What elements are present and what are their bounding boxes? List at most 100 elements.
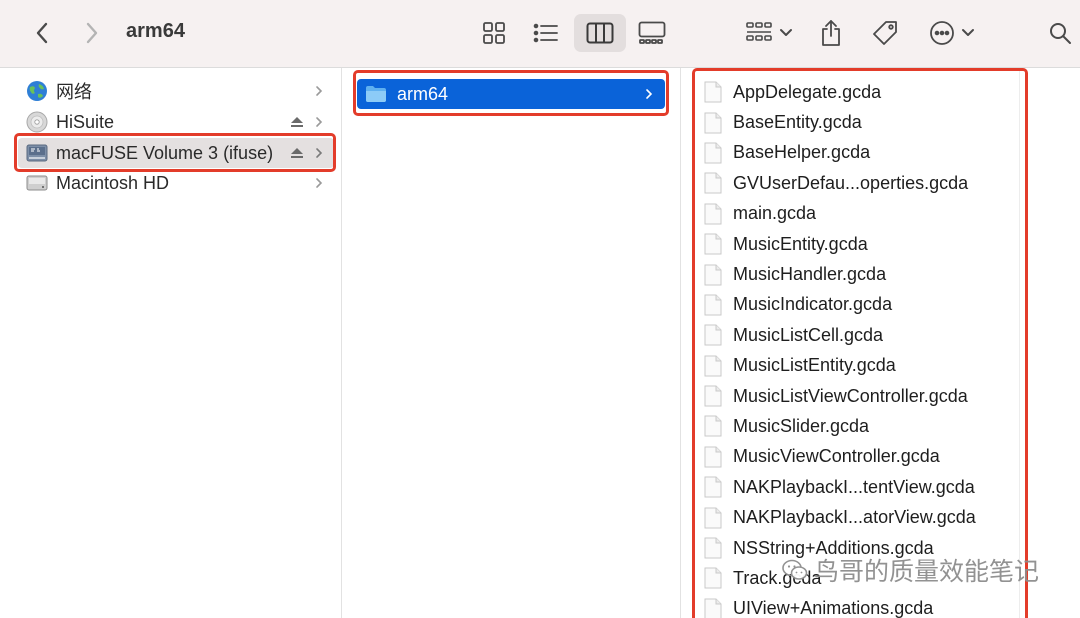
watermark: 鸟哥的质量效能笔记	[782, 552, 1039, 588]
window-title: arm64	[126, 20, 185, 42]
document-icon	[704, 172, 722, 194]
file-name: MusicIndicator.gcda	[733, 294, 893, 315]
document-icon	[704, 567, 722, 589]
chevron-right-icon	[312, 174, 326, 192]
sidebar-item-macintosh-hd[interactable]: Macintosh HD	[18, 168, 334, 198]
list-view-button[interactable]	[520, 14, 572, 52]
file-name: MusicHandler.gcda	[733, 264, 887, 285]
gallery-view-button[interactable]	[626, 14, 678, 52]
document-icon	[704, 324, 722, 346]
file-name: NAKPlaybackI...atorView.gcda	[733, 507, 976, 528]
folder-label: arm64	[397, 83, 449, 104]
file-list: AppDelegate.gcda BaseEntity.gcda BaseHelpe…	[704, 77, 1024, 618]
file-row[interactable]: NAKPlaybackI...atorView.gcda	[704, 502, 1024, 532]
sidebar-item-macfuse[interactable]: macFUSE Volume 3 (ifuse)	[18, 138, 334, 168]
sidebar-item-hisuite[interactable]: HiSuite	[18, 107, 334, 137]
fuse-drive-icon	[26, 142, 48, 164]
folder-icon	[366, 86, 386, 102]
tag-button[interactable]	[868, 14, 902, 52]
file-row[interactable]: MusicListEntity.gcda	[704, 351, 1024, 381]
chevron-down-icon	[780, 29, 792, 36]
file-name: MusicEntity.gcda	[733, 233, 868, 254]
back-button[interactable]	[26, 16, 60, 50]
file-row[interactable]: BaseHelper.gcda	[704, 138, 1024, 168]
chevron-right-icon	[312, 144, 326, 162]
document-icon	[704, 415, 722, 437]
file-row[interactable]: BaseEntity.gcda	[704, 107, 1024, 137]
file-row[interactable]: MusicListViewController.gcda	[704, 381, 1024, 411]
file-row[interactable]: MusicViewController.gcda	[704, 442, 1024, 472]
document-icon	[704, 598, 722, 618]
chevron-right-icon	[643, 86, 655, 102]
sidebar-item-label: Macintosh HD	[56, 172, 170, 193]
file-row[interactable]: NAKPlaybackI...tentView.gcda	[704, 472, 1024, 502]
file-row[interactable]: MusicListCell.gcda	[704, 320, 1024, 350]
sidebar: 网络 HiSuite macFUSE Volume 3 (ifuse) Maci…	[0, 68, 342, 618]
document-icon	[704, 294, 722, 316]
document-icon	[704, 203, 722, 225]
chevron-right-icon	[86, 22, 98, 44]
group-button[interactable]	[742, 14, 796, 52]
watermark-text: 鸟哥的质量效能笔记	[814, 558, 1040, 586]
file-row[interactable]: MusicSlider.gcda	[704, 411, 1024, 441]
columns-icon	[586, 22, 614, 44]
more-icon	[930, 21, 954, 45]
file-row[interactable]: MusicIndicator.gcda	[704, 290, 1024, 320]
gallery-icon	[638, 21, 666, 44]
file-name: main.gcda	[733, 203, 817, 224]
chevron-down-icon	[962, 29, 974, 36]
search-icon	[1050, 23, 1071, 44]
file-name: NAKPlaybackI...tentView.gcda	[733, 476, 975, 497]
file-row[interactable]: GVUserDefau...operties.gcda	[704, 168, 1024, 198]
chevron-right-icon	[312, 82, 326, 100]
document-icon	[704, 446, 722, 468]
file-name: MusicViewController.gcda	[733, 446, 940, 467]
document-icon	[704, 233, 722, 255]
document-icon	[704, 112, 722, 134]
file-row[interactable]: MusicHandler.gcda	[704, 259, 1024, 289]
more-button[interactable]	[926, 14, 978, 52]
folder-row-arm64[interactable]: arm64	[357, 79, 665, 109]
sidebar-item-label: HiSuite	[56, 111, 115, 132]
share-icon	[822, 20, 840, 46]
document-icon	[704, 476, 722, 498]
chevron-left-icon	[36, 22, 48, 44]
document-icon	[704, 264, 722, 286]
eject-icon[interactable]	[288, 144, 306, 162]
column-arm64-parent: arm64	[343, 68, 681, 618]
scrollbar[interactable]	[1019, 68, 1020, 618]
toolbar: arm64	[0, 0, 1080, 68]
file-name: MusicListViewController.gcda	[733, 385, 968, 406]
sidebar-item-label: 网络	[56, 82, 92, 102]
list-icon	[533, 23, 558, 43]
group-icon	[746, 22, 772, 41]
file-row[interactable]: main.gcda	[704, 199, 1024, 229]
file-row[interactable]: AppDelegate.gcda	[704, 77, 1024, 107]
icon-view-button[interactable]	[468, 14, 520, 52]
column-files: AppDelegate.gcda BaseEntity.gcda BaseHelpe…	[682, 68, 1080, 618]
document-icon	[704, 537, 722, 559]
file-name: MusicListEntity.gcda	[733, 355, 896, 376]
network-globe-icon	[26, 80, 48, 102]
share-button[interactable]	[816, 14, 846, 52]
sidebar-item-network[interactable]: 网络	[18, 76, 334, 106]
file-name: AppDelegate.gcda	[733, 81, 882, 102]
file-name: GVUserDefau...operties.gcda	[733, 172, 969, 193]
file-name: UIView+Animations.gcda	[733, 598, 934, 618]
column-view-button[interactable]	[574, 14, 626, 52]
sidebar-item-label: macFUSE Volume 3 (ifuse)	[56, 142, 274, 163]
eject-icon[interactable]	[288, 113, 306, 131]
document-icon	[704, 142, 722, 164]
document-icon	[704, 507, 722, 529]
document-icon	[704, 385, 722, 407]
file-name: BaseHelper.gcda	[733, 142, 871, 163]
document-icon	[704, 355, 722, 377]
forward-button[interactable]	[74, 16, 108, 50]
file-name: MusicListCell.gcda	[733, 324, 884, 345]
chevron-right-icon	[312, 113, 326, 131]
file-name: BaseEntity.gcda	[733, 112, 862, 133]
file-row[interactable]: MusicEntity.gcda	[704, 229, 1024, 259]
search-button[interactable]	[1046, 14, 1074, 52]
tag-icon	[873, 21, 897, 45]
file-row[interactable]: UIView+Animations.gcda	[704, 594, 1024, 618]
